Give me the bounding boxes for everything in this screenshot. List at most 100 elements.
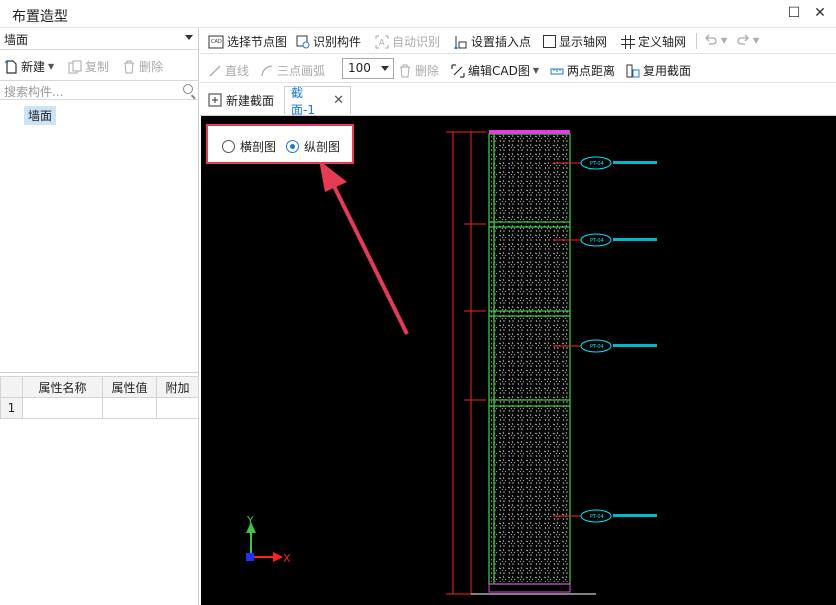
draw-toolbar: 直线 三点画弧 100 删除 编辑CAD图 ▼ 两点距离 复用截面 [200, 55, 836, 83]
undo-button[interactable]: ▼ [704, 33, 727, 47]
identify-component-label: 识别构件 [313, 35, 362, 49]
left-toolbar: 新建 ▼ 复制 删除 [0, 54, 199, 78]
copy-button[interactable]: 复制 [68, 58, 109, 75]
radio-vertical-section[interactable]: 纵剖图 [286, 138, 340, 155]
property-value-cell[interactable] [102, 397, 157, 419]
chevron-down-icon [185, 35, 193, 40]
identify-component-button[interactable]: 识别构件 [296, 33, 361, 50]
line-button[interactable]: 直线 [208, 62, 249, 79]
arc3-button[interactable]: 三点画弧 [260, 62, 325, 79]
new-section-button[interactable]: 新建截面 [202, 86, 280, 114]
copy-icon [68, 60, 82, 73]
select-node-button[interactable]: CAD 选择节点图 [208, 33, 287, 50]
trash-icon [400, 64, 410, 77]
title-bar: 布置造型 ☐ ✕ [0, 0, 836, 28]
annotation-label: PT-04 [590, 514, 604, 520]
horizontal-section-label: 横剖图 [240, 140, 277, 154]
two-point-distance-button[interactable]: 两点距离 [550, 62, 615, 79]
two-point-distance-label: 两点距离 [567, 64, 616, 78]
new-section-label: 新建截面 [226, 93, 275, 108]
zoom-value: 100 [348, 61, 371, 75]
reuse-section-button[interactable]: 复用截面 [626, 62, 691, 79]
property-table-header: 属性名称 属性值 附加 [0, 376, 199, 398]
main-toolbar: CAD 选择节点图 识别构件 A 自动识别 设置插入点 显示轴网 定义轴网 ▼ … [200, 28, 836, 54]
new-button[interactable]: 新建 ▼ [4, 58, 54, 75]
cad-drawing: PT-04 PT-04 PT-04 PT-04 Y X [246, 130, 657, 595]
property-name-cell[interactable] [22, 397, 103, 419]
tree-item-wall[interactable]: 墙面 [24, 106, 57, 125]
property-extra-cell[interactable] [156, 397, 199, 419]
line-icon [209, 65, 221, 76]
table-row[interactable]: 1 [0, 397, 199, 419]
dimension-lines [446, 131, 486, 595]
close-button[interactable]: ✕ [812, 5, 828, 21]
chevron-down-icon [381, 66, 389, 71]
annotation-label: PT-04 [590, 161, 604, 167]
tab-strip: 新建截面 截面-1 ✕ [200, 84, 836, 117]
panel-divider [0, 372, 199, 373]
svg-text:A: A [379, 38, 385, 47]
ruler-icon [550, 68, 564, 74]
undo-icon [705, 34, 717, 45]
left-panel: 墙面 新建 ▼ 复制 删除 搜索构件... 墙面 属性名称 属性值 附加 1 [0, 28, 199, 605]
edit-cad-icon [451, 63, 465, 78]
redo-dropdown-icon[interactable]: ▼ [753, 36, 759, 45]
close-icon[interactable]: ✕ [333, 93, 344, 108]
wall-hatch [491, 134, 568, 582]
new-file-icon [5, 59, 17, 74]
annotation-bubbles [580, 156, 612, 523]
maximize-button[interactable]: ☐ [786, 5, 802, 21]
cad-canvas[interactable]: PT-04 PT-04 PT-04 PT-04 Y X 横剖图 纵剖图 [201, 116, 836, 605]
search-placeholder: 搜索构件... [4, 85, 64, 99]
delete-button[interactable]: 删除 [122, 58, 163, 75]
trash-icon [124, 60, 134, 73]
zoom-select[interactable]: 100 [342, 58, 394, 79]
search-input[interactable]: 搜索构件... [0, 80, 199, 100]
define-axis-button[interactable]: 定义轴网 [621, 33, 686, 50]
show-axis-checkbox[interactable]: 显示轴网 [543, 33, 607, 50]
line-label: 直线 [225, 64, 250, 78]
show-axis-label: 显示轴网 [559, 35, 608, 49]
copy-button-label: 复制 [85, 60, 110, 74]
cad-node-icon: CAD [208, 35, 224, 48]
edit-cad-label: 编辑CAD图 [468, 64, 530, 78]
delete-button-label: 删除 [139, 60, 164, 74]
select-node-label: 选择节点图 [227, 35, 288, 49]
auto-identify-button[interactable]: A 自动识别 [375, 33, 440, 50]
annotation-label: PT-04 [590, 238, 604, 244]
checkbox-icon[interactable] [543, 35, 556, 48]
define-axis-label: 定义轴网 [638, 35, 687, 49]
undo-dropdown-icon[interactable]: ▼ [721, 36, 727, 45]
arc-icon [261, 64, 273, 76]
radio-checked-icon[interactable] [286, 140, 299, 153]
redo-icon [737, 34, 749, 45]
row-index: 1 [0, 397, 23, 419]
row-index-header [0, 376, 23, 398]
y-axis-label: Y [246, 514, 254, 527]
tab-section-1[interactable]: 截面-1 ✕ [284, 86, 351, 117]
property-table: 属性名称 属性值 附加 1 [0, 376, 199, 419]
search-icon [183, 84, 193, 94]
property-value-header: 属性值 [102, 376, 157, 398]
vertical-section-label: 纵剖图 [304, 140, 341, 154]
radio-horizontal-section[interactable]: 横剖图 [222, 138, 276, 155]
window-title: 布置造型 [12, 9, 68, 25]
canvas-delete-button[interactable]: 删除 [398, 62, 439, 79]
new-dropdown-icon[interactable]: ▼ [48, 62, 54, 71]
edit-cad-dropdown-icon[interactable]: ▼ [533, 66, 539, 75]
insert-point-icon [454, 35, 467, 49]
redo-button[interactable]: ▼ [736, 33, 759, 47]
annotation-label: PT-04 [590, 344, 604, 350]
set-insert-point-button[interactable]: 设置插入点 [454, 33, 531, 50]
reuse-section-label: 复用截面 [643, 64, 692, 78]
component-type-dropdown[interactable]: 墙面 [0, 28, 199, 50]
radio-unchecked-icon[interactable] [222, 140, 235, 153]
auto-identify-label: 自动识别 [392, 35, 441, 49]
auto-identify-icon: A [375, 35, 389, 48]
property-name-header: 属性名称 [22, 376, 103, 398]
identify-icon [296, 35, 310, 48]
arc3-label: 三点画弧 [277, 64, 326, 78]
property-extra-header: 附加 [156, 376, 199, 398]
edit-cad-button[interactable]: 编辑CAD图 ▼ [451, 62, 539, 79]
tab-section-1-label: 截面-1 [291, 85, 315, 117]
